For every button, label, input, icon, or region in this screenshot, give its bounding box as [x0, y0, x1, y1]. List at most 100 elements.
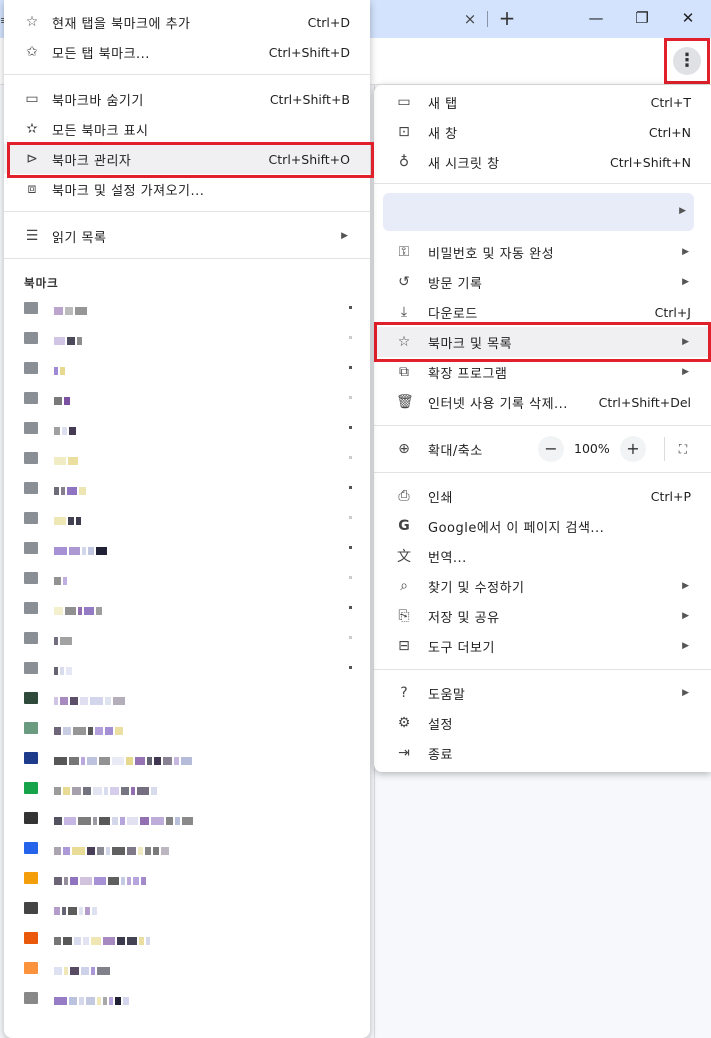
- bookmark-item[interactable]: [4, 293, 370, 323]
- bookmark-item[interactable]: [4, 953, 370, 983]
- bookmark-title-redacted: [54, 304, 89, 315]
- favicon-icon: [24, 692, 38, 704]
- submenu-indicator: [349, 366, 352, 369]
- menu-find-edit[interactable]: ⌕ 찾기 및 수정하기 ▶: [374, 571, 711, 601]
- submenu-indicator: [349, 486, 352, 489]
- star-icon: ☆: [25, 14, 39, 30]
- folder-icon: [24, 422, 38, 434]
- submenu-indicator: [349, 306, 352, 309]
- bookmark-item[interactable]: [4, 653, 370, 683]
- menu-extensions[interactable]: ⧉ 확장 프로그램 ▶: [374, 357, 711, 387]
- menu-add-bookmark[interactable]: ☆ 현재 탭을 북마크에 추가 Ctrl+D: [4, 7, 370, 37]
- bookmark-item[interactable]: [4, 983, 370, 1013]
- bookmark-item[interactable]: [4, 323, 370, 353]
- folder-icon: [24, 512, 38, 524]
- menu-bookmark-manager[interactable]: ⊳ 북마크 관리자 Ctrl+Shift+O: [4, 144, 370, 174]
- menu-import-bookmarks[interactable]: ⧈ 북마크 및 설정 가져오기...: [4, 174, 370, 204]
- menu-google-search[interactable]: G Google에서 이 페이지 검색...: [374, 511, 711, 541]
- printer-icon: ⎙: [398, 488, 410, 504]
- menu-passwords[interactable]: ⚿ 비밀번호 및 자동 완성 ▶: [374, 237, 711, 267]
- bookmark-item[interactable]: [4, 383, 370, 413]
- bookmark-item[interactable]: [4, 893, 370, 923]
- menu-bookmarks[interactable]: ☆ 북마크 및 목록 ▶: [374, 327, 711, 357]
- bookmark-title-redacted: [54, 514, 83, 525]
- bookmark-item[interactable]: [4, 503, 370, 533]
- download-icon: ⤓: [400, 304, 408, 320]
- folder-icon: [24, 542, 38, 554]
- menu-hide-bookmark-bar[interactable]: ▭ 북마크바 숨기기 Ctrl+Shift+B: [4, 84, 370, 114]
- bookmark-item[interactable]: [4, 803, 370, 833]
- menu-downloads[interactable]: ⤓ 다운로드 Ctrl+J: [374, 297, 711, 327]
- bookmark-item[interactable]: [4, 833, 370, 863]
- zoom-icon: ⊕: [398, 441, 410, 457]
- bookmark-item[interactable]: [4, 473, 370, 503]
- bookmark-title-redacted: [54, 484, 88, 495]
- menu-button-highlight: ⋮: [664, 38, 710, 84]
- zoom-out-button[interactable]: −: [538, 436, 564, 462]
- bookmark-item[interactable]: [4, 623, 370, 653]
- menu-bookmark-all[interactable]: ✩ 모든 탭 북마크... Ctrl+Shift+D: [4, 37, 370, 67]
- bookmark-item[interactable]: [4, 863, 370, 893]
- bookmark-title-redacted: [54, 994, 131, 1005]
- bookmark-item[interactable]: [4, 443, 370, 473]
- favicon-icon: [24, 782, 38, 794]
- favicon-icon: [24, 812, 38, 824]
- bookmark-item[interactable]: [4, 413, 370, 443]
- bookmark-title-redacted: [54, 634, 74, 645]
- submenu-indicator: [349, 396, 352, 399]
- menu-save-share[interactable]: ⎘ 저장 및 공유 ▶: [374, 601, 711, 631]
- bookmark-item[interactable]: [4, 353, 370, 383]
- bookmark-title-redacted: [54, 844, 171, 855]
- menu-clear-data[interactable]: 🗑 인터넷 사용 기록 삭제... Ctrl+Shift+Del: [374, 387, 711, 417]
- submenu-indicator: [349, 666, 352, 669]
- menu-new-tab[interactable]: ▭ 새 탭 Ctrl+T: [374, 87, 711, 117]
- bookmark-item[interactable]: [4, 533, 370, 563]
- folder-icon: [24, 572, 38, 584]
- bookmark-title-redacted: [54, 784, 159, 795]
- chevron-right-icon: ▶: [682, 611, 689, 621]
- new-tab-icon: ▭: [397, 94, 411, 110]
- submenu-indicator: [349, 636, 352, 639]
- submenu-indicator: [349, 426, 352, 429]
- menu-settings[interactable]: ⚙ 설정: [374, 708, 711, 738]
- menu-translate[interactable]: 文 번역...: [374, 541, 711, 571]
- bookmark-item[interactable]: [4, 773, 370, 803]
- bookmark-item[interactable]: [4, 563, 370, 593]
- bookmark-item[interactable]: [4, 593, 370, 623]
- close-window-button[interactable]: ✕: [668, 6, 708, 30]
- profile-item[interactable]: ▶: [383, 193, 694, 231]
- bookmark-title-redacted: [54, 364, 67, 375]
- save-icon: ⎘: [398, 608, 410, 624]
- menu-reading-list[interactable]: ☰ 읽기 목록 ▶: [4, 221, 370, 251]
- favicon-icon: [24, 992, 38, 1004]
- bookmark-title-redacted: [54, 334, 84, 345]
- menu-exit[interactable]: ⇥ 종료: [374, 738, 711, 768]
- menu-help[interactable]: ? 도움말 ▶: [374, 678, 711, 708]
- menu-incognito[interactable]: ♁ 새 시크릿 창 Ctrl+Shift+N: [374, 147, 711, 177]
- bookmarks-section-title: 북마크: [24, 276, 59, 290]
- maximize-button[interactable]: ❐: [622, 6, 662, 30]
- bookmark-submenu: ☆ 현재 탭을 북마크에 추가 Ctrl+D ✩ 모든 탭 북마크... Ctr…: [4, 0, 370, 1038]
- bookmark-item[interactable]: [4, 713, 370, 743]
- kebab-menu-icon[interactable]: ⋮: [673, 47, 701, 75]
- minimize-button[interactable]: —: [576, 6, 616, 30]
- bookmark-item[interactable]: [4, 923, 370, 953]
- menu-new-window[interactable]: ⊡ 새 창 Ctrl+N: [374, 117, 711, 147]
- zoom-in-button[interactable]: +: [620, 436, 646, 462]
- fullscreen-icon[interactable]: ⛶: [674, 440, 692, 458]
- bookmark-item[interactable]: [4, 683, 370, 713]
- menu-show-all-bookmarks[interactable]: ✫ 모든 북마크 표시: [4, 114, 370, 144]
- bookmark-item[interactable]: [4, 743, 370, 773]
- bookmark-title-redacted: [54, 604, 104, 615]
- new-tab-button[interactable]: +: [496, 6, 518, 30]
- menu-history[interactable]: ↺ 방문 기록 ▶: [374, 267, 711, 297]
- tab-close-icon[interactable]: ×: [460, 9, 480, 29]
- bookmark-title-redacted: [54, 874, 148, 885]
- star-plus-icon: ✩: [26, 44, 38, 60]
- toolbox-icon: ⊟: [398, 638, 410, 654]
- menu-more-tools[interactable]: ⊟ 도구 더보기 ▶: [374, 631, 711, 661]
- bookmark-title-redacted: [54, 964, 112, 975]
- incognito-icon: ♁: [398, 154, 410, 170]
- submenu-indicator: [349, 606, 352, 609]
- menu-print[interactable]: ⎙ 인쇄 Ctrl+P: [374, 481, 711, 511]
